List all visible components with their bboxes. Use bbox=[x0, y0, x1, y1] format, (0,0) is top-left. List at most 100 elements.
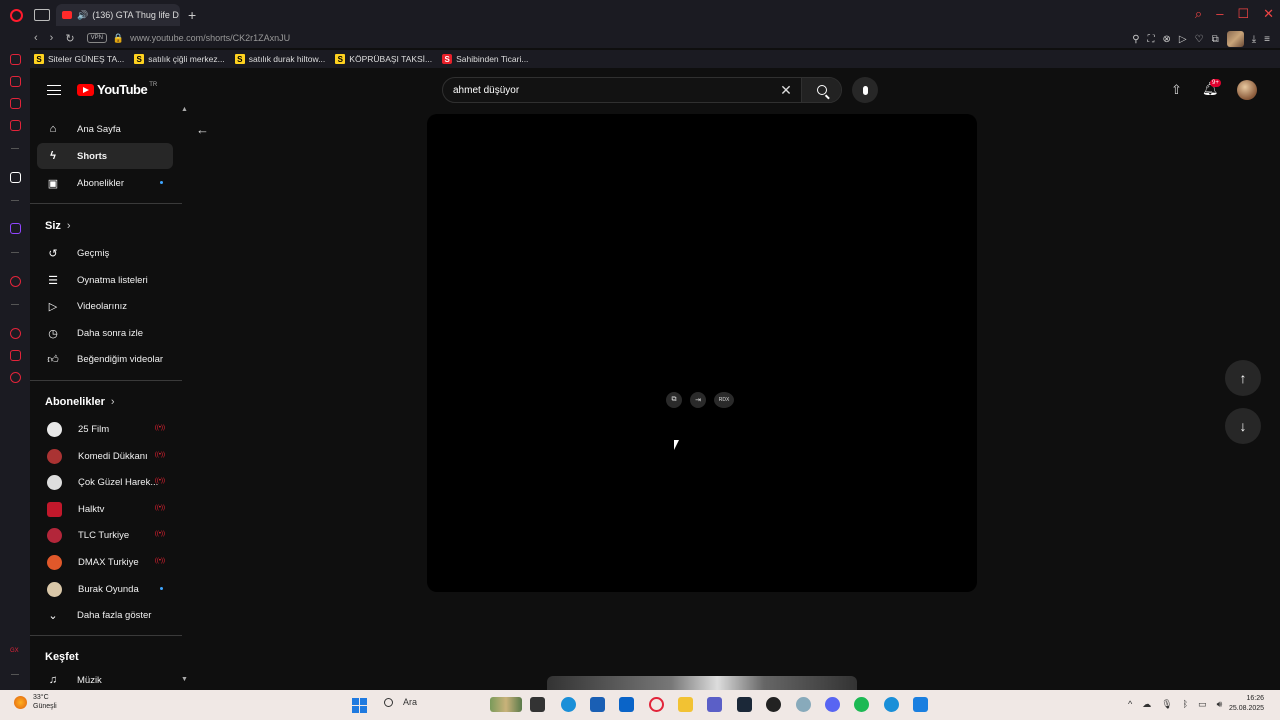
search-button[interactable] bbox=[801, 78, 841, 102]
rdx-button[interactable]: RDX bbox=[714, 392, 734, 408]
player-sidebar-icon[interactable] bbox=[10, 276, 21, 287]
sidebar-scroll-up-icon[interactable]: ▲ bbox=[181, 106, 188, 113]
player-icon[interactable]: ▷ bbox=[1179, 34, 1187, 45]
channel-dmax-turkiye[interactable]: DMAX Turkiye ((•)) bbox=[37, 549, 173, 575]
vpn-badge[interactable]: VPN bbox=[86, 33, 107, 43]
channel-tlc-turkiye[interactable]: TLC Turkiye ((•)) bbox=[37, 522, 173, 548]
snapshot-icon[interactable]: ⛶ bbox=[1148, 34, 1155, 45]
channel-25-film[interactable]: 25 Film ((•)) bbox=[37, 416, 173, 442]
more-icon[interactable] bbox=[11, 674, 19, 675]
sidebar-item-liked[interactable]: 👍︎ Beğendiğim videolar bbox=[37, 346, 173, 372]
gx-icon[interactable]: GX bbox=[10, 648, 21, 659]
shorts-video-player[interactable]: ⧉ ⇥ RDX bbox=[427, 114, 977, 592]
widget-thumbnail-icon[interactable] bbox=[490, 697, 522, 712]
messenger-icon[interactable] bbox=[10, 98, 21, 109]
bag-icon[interactable] bbox=[10, 76, 21, 87]
clear-search-icon[interactable]: ✕ bbox=[771, 82, 801, 99]
voice-search-button[interactable] bbox=[852, 77, 878, 103]
start-button[interactable] bbox=[352, 698, 367, 713]
sidebar-item-your-videos[interactable]: ▷ Videolarınız bbox=[37, 293, 173, 319]
bookmark-item[interactable]: S KÖPRÜBAŞI TAKSİ... bbox=[335, 54, 432, 64]
bookmark-item[interactable]: S Sahibinden Ticari... bbox=[442, 54, 528, 64]
new-tab-button[interactable]: + bbox=[188, 7, 196, 23]
maximize-button[interactable]: ☐ bbox=[1237, 6, 1249, 22]
sidebar-item-history[interactable]: ↺ Geçmiş bbox=[37, 240, 173, 266]
settings-gear-icon[interactable] bbox=[796, 697, 811, 712]
sidebar-item-music[interactable]: ♫ Müzik bbox=[37, 667, 173, 690]
discord-icon[interactable] bbox=[825, 697, 840, 712]
sidebar-item-home[interactable]: ⌂ Ana Sayfa bbox=[37, 116, 173, 142]
bluetooth-icon[interactable]: ᛒ bbox=[1183, 699, 1188, 710]
tab-islands-icon[interactable] bbox=[34, 9, 50, 21]
steam-icon[interactable] bbox=[737, 697, 752, 712]
edge-icon[interactable] bbox=[561, 697, 576, 712]
active-app-icon[interactable] bbox=[913, 697, 928, 712]
previous-short-button[interactable]: ↑ bbox=[1225, 360, 1261, 396]
back-icon[interactable]: ‹ bbox=[34, 32, 38, 44]
display-icon[interactable]: ▭ bbox=[1198, 699, 1207, 710]
volume-icon[interactable]: 🔊︎ bbox=[1217, 699, 1223, 710]
twitch-icon[interactable] bbox=[10, 223, 21, 234]
opera-menu-icon[interactable] bbox=[0, 0, 32, 30]
next-short-button[interactable]: ↓ bbox=[1225, 408, 1261, 444]
lock-icon[interactable]: 🔒 bbox=[113, 33, 124, 44]
youtube-logo[interactable]: YouTube TR bbox=[77, 82, 157, 97]
sidebar-item-watch-later[interactable]: ◷ Daha sonra izle bbox=[37, 320, 173, 346]
minimize-button[interactable]: – bbox=[1216, 6, 1223, 22]
network-icon[interactable]: ☁ bbox=[1142, 699, 1151, 710]
account-avatar[interactable] bbox=[1237, 80, 1257, 100]
heart-icon[interactable]: ♡ bbox=[1195, 34, 1204, 45]
section-you-header[interactable]: Siz › bbox=[45, 220, 71, 232]
next-short-preview[interactable] bbox=[547, 676, 857, 690]
speaker-icon[interactable]: 🔊 bbox=[77, 10, 88, 21]
search-tabs-icon[interactable]: ⌕ bbox=[1195, 6, 1202, 22]
app-icon[interactable] bbox=[766, 697, 781, 712]
taskbar-search[interactable]: Ara bbox=[384, 697, 417, 707]
channel-halktv[interactable]: Halktv ((•)) bbox=[37, 496, 173, 522]
adblock-icon[interactable]: ⊗ bbox=[1163, 34, 1171, 45]
store-icon[interactable] bbox=[590, 697, 605, 712]
sidebar-item-playlists[interactable]: ☰ Oynatma listeleri bbox=[37, 267, 173, 293]
task-view-icon[interactable] bbox=[530, 697, 545, 712]
reload-icon[interactable]: ↻ bbox=[65, 32, 74, 45]
popout-icon[interactable]: ⧉ bbox=[666, 392, 682, 408]
channel-burak-oyunda[interactable]: Burak Oyunda bbox=[37, 576, 173, 602]
show-more-button[interactable]: ⌄ Daha fazla göster bbox=[37, 602, 173, 628]
bookmark-item[interactable]: Ssatılık durak hiltow... bbox=[234, 54, 325, 64]
weather-widget[interactable]: 33°C Güneşli bbox=[14, 693, 57, 711]
sidebar-item-subscriptions[interactable]: ▣ Abonelikler bbox=[37, 170, 173, 196]
picture-in-picture-icon[interactable]: ⇥ bbox=[690, 392, 706, 408]
arc-icon[interactable] bbox=[10, 172, 21, 183]
chevron-up-icon[interactable]: ^ bbox=[1128, 699, 1132, 710]
sidebar-scroll-down-icon[interactable]: ▼ bbox=[181, 676, 188, 683]
upload-icon[interactable]: ⇧ bbox=[1171, 82, 1182, 98]
back-arrow-icon[interactable]: ← bbox=[196, 122, 209, 137]
close-window-button[interactable]: ✕ bbox=[1263, 6, 1274, 22]
history-sidebar-icon[interactable] bbox=[10, 328, 21, 339]
search-input[interactable] bbox=[443, 78, 771, 102]
mic-tray-icon[interactable]: 🎙︎ bbox=[1161, 699, 1172, 710]
channel-cok-guzel-hareketler[interactable]: Çok Güzel Harek... ((•)) bbox=[37, 469, 173, 495]
bookmark-item[interactable]: Ssatılık çiğli merkez... bbox=[134, 54, 225, 64]
app2-icon[interactable] bbox=[884, 697, 899, 712]
instagram-icon[interactable] bbox=[10, 120, 21, 131]
menu-icon[interactable]: ≡ bbox=[1264, 34, 1270, 45]
outlook-icon[interactable] bbox=[619, 697, 634, 712]
profile-avatar[interactable] bbox=[1226, 31, 1244, 47]
teams-icon[interactable] bbox=[707, 697, 722, 712]
extensions-sidebar-icon[interactable] bbox=[10, 350, 21, 361]
opera-gx-icon[interactable] bbox=[649, 697, 664, 712]
settings-icon[interactable] bbox=[10, 372, 21, 383]
download-icon[interactable]: ⤓ bbox=[1252, 34, 1256, 45]
section-subscriptions-header[interactable]: Abonelikler › bbox=[45, 396, 115, 408]
extensions-icon[interactable]: ⧉ bbox=[1212, 34, 1219, 45]
taskbar-clock[interactable]: 16:26 25.08.2025 bbox=[1229, 694, 1264, 714]
aria-icon[interactable] bbox=[10, 54, 21, 65]
pin-icon[interactable]: ⚲ bbox=[1132, 34, 1139, 45]
sidebar-item-shorts[interactable]: ϟ Shorts bbox=[37, 143, 173, 169]
spotify-icon[interactable] bbox=[854, 697, 869, 712]
channel-komedi-dukkani[interactable]: Komedi Dükkanı ((•)) bbox=[37, 443, 173, 469]
bookmark-item[interactable]: S Siteler GÜNEŞ TA... bbox=[34, 54, 124, 64]
url-field[interactable]: www.youtube.com/shorts/CK2r1ZAxnJU bbox=[130, 33, 290, 43]
file-explorer-icon[interactable] bbox=[678, 697, 693, 712]
